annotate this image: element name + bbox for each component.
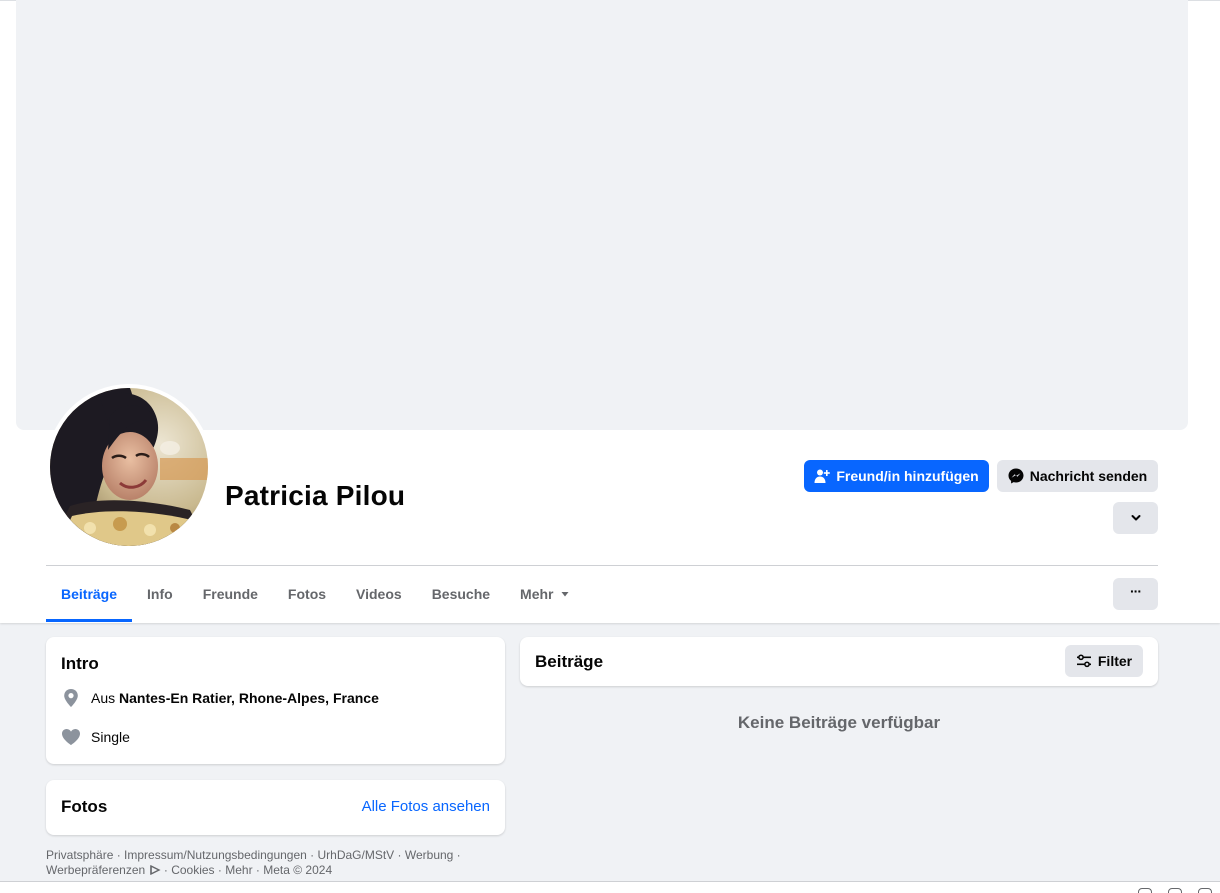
footer-link-urhdag[interactable]: UrhDaG/MStV <box>318 848 395 862</box>
relationship-status: Single <box>91 729 130 745</box>
footer-link-more[interactable]: Mehr <box>225 863 252 877</box>
intro-location-row: Aus Nantes-En Ratier, Rhone-Alpes, Franc… <box>61 688 379 708</box>
send-message-label: Nachricht senden <box>1029 468 1148 484</box>
tab-posts-label: Beiträge <box>61 586 118 602</box>
bottom-chat-bar <box>0 881 1220 893</box>
profile-picture[interactable] <box>46 384 212 550</box>
contacts-icon[interactable] <box>1198 888 1212 893</box>
expand-suggestions-button[interactable] <box>1113 502 1158 534</box>
tab-photos-label: Fotos <box>287 586 327 602</box>
messenger-icon <box>1008 468 1024 484</box>
tab-info[interactable]: Info <box>132 566 188 622</box>
footer: Privatsphäre · Impressum/Nutzungsbedingu… <box>46 848 461 877</box>
profile-header: Patricia Pilou Freund/in hinzufügen Nach… <box>0 0 1220 623</box>
profile-page: Patricia Pilou Freund/in hinzufügen Nach… <box>0 0 1220 893</box>
chat-icon[interactable] <box>1138 888 1152 893</box>
footer-link-advertising[interactable]: Werbung <box>405 848 453 862</box>
tab-checkins[interactable]: Besuche <box>417 566 505 622</box>
add-friend-button[interactable]: Freund/in hinzufügen <box>804 460 989 492</box>
heart-icon <box>62 729 80 745</box>
send-message-button[interactable]: Nachricht senden <box>997 460 1158 492</box>
footer-copyright: Meta © 2024 <box>263 863 333 877</box>
cover-photo[interactable] <box>16 0 1188 430</box>
tab-photos[interactable]: Fotos <box>273 566 341 622</box>
intro-title: Intro <box>61 654 99 673</box>
intro-card: Intro Aus Nantes-En Ratier, Rhone-Alpes,… <box>46 637 505 764</box>
chevron-down-icon <box>1131 515 1140 521</box>
profile-photo-image <box>50 388 208 546</box>
location-link[interactable]: Nantes-En Ratier, Rhone-Alpes, France <box>119 690 379 706</box>
filter-button[interactable]: Filter <box>1065 645 1143 677</box>
photos-card: Fotos Alle Fotos ansehen <box>46 780 505 835</box>
footer-link-privacy[interactable]: Privatsphäre <box>46 848 113 862</box>
photos-title: Fotos <box>61 797 108 816</box>
sliders-icon <box>1076 654 1091 668</box>
tab-videos[interactable]: Videos <box>341 566 417 622</box>
tab-info-label: Info <box>147 586 173 602</box>
no-posts-message: Keine Beiträge verfügbar <box>737 713 941 732</box>
compose-icon[interactable] <box>1168 888 1182 893</box>
footer-link-imprint-terms[interactable]: Impressum/Nutzungsbedingungen <box>124 848 307 862</box>
add-friend-label: Freund/in hinzufügen <box>836 468 979 484</box>
location-prefix: Aus <box>91 690 116 706</box>
tab-checkins-label: Besuche <box>431 586 491 602</box>
profile-name: Patricia Pilou <box>225 480 406 511</box>
posts-title: Beiträge <box>535 652 604 671</box>
tab-more-label: Mehr <box>520 586 554 602</box>
tab-videos-label: Videos <box>356 586 402 602</box>
ellipsis-icon: ··· <box>1130 583 1142 599</box>
caret-down-icon <box>561 592 568 597</box>
tab-friends-label: Freunde <box>202 586 258 602</box>
intro-relationship-row: Single <box>61 727 130 747</box>
map-pin-icon <box>64 689 78 707</box>
profile-more-options-button[interactable]: ··· <box>1113 578 1158 610</box>
see-all-photos-link[interactable]: Alle Fotos ansehen <box>362 798 490 815</box>
person-plus-icon <box>814 469 831 483</box>
footer-link-ad-preferences[interactable]: Werbepräferenzen <box>46 863 145 877</box>
tab-friends[interactable]: Freunde <box>188 566 273 622</box>
tab-more[interactable]: Mehr <box>505 566 584 622</box>
profile-tabs: Beiträge Info Freunde Fotos Videos Besuc… <box>46 566 585 623</box>
posts-header-card: Beiträge Filter <box>520 637 1158 686</box>
footer-link-cookies[interactable]: Cookies <box>171 863 214 877</box>
ad-choices-icon <box>149 864 161 876</box>
filter-label: Filter <box>1097 653 1133 669</box>
tab-posts[interactable]: Beiträge <box>46 566 133 622</box>
